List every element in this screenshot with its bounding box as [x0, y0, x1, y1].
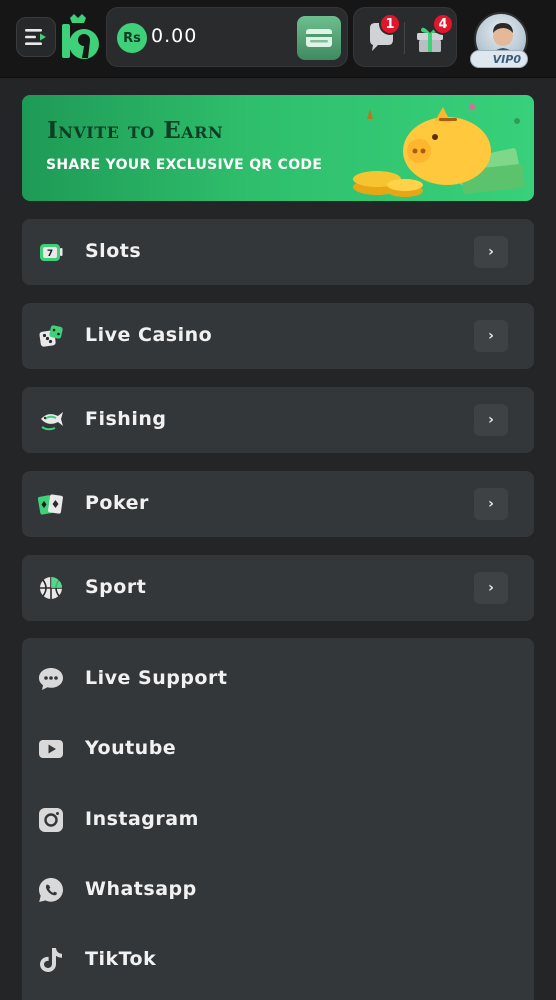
link-youtube[interactable]: Youtube — [22, 719, 534, 779]
link-instagram[interactable]: Instagram — [22, 790, 534, 850]
whatsapp-icon — [39, 878, 63, 902]
category-slots[interactable]: 7 Slots › — [22, 219, 534, 285]
category-poker[interactable]: Poker › — [22, 471, 534, 537]
category-live-casino[interactable]: Live Casino › — [22, 303, 534, 369]
link-label: Whatsapp — [85, 878, 197, 900]
divider — [404, 22, 405, 54]
svg-text:7: 7 — [47, 249, 53, 259]
category-label: Poker — [85, 492, 149, 514]
category-sport[interactable]: Sport › — [22, 555, 534, 621]
slot-machine-icon: 7 — [40, 244, 63, 261]
link-live-support[interactable]: Live Support — [22, 649, 534, 709]
menu-button[interactable] — [16, 17, 56, 57]
support-links-panel: Live Support Youtube Instagram Whatsapp … — [22, 638, 534, 1000]
link-label: Youtube — [85, 737, 177, 759]
category-label: Live Casino — [85, 324, 213, 346]
balance-panel: Rs 0.00 — [106, 7, 348, 67]
brand-logo[interactable] — [60, 14, 102, 64]
currency-coin-icon: Rs — [117, 23, 147, 53]
chevron-right-icon[interactable]: › — [474, 320, 508, 352]
banner-subtitle: SHARE YOUR EXCLUSIVE QR CODE — [46, 157, 323, 173]
basketball-icon — [40, 577, 62, 599]
fish-icon — [41, 412, 63, 431]
notification-badge: 1 — [379, 13, 401, 35]
category-label: Sport — [85, 576, 147, 598]
banner-title: Invite to Earn — [47, 117, 224, 144]
cards-icon — [38, 494, 63, 515]
wallet-button[interactable] — [297, 16, 341, 60]
tiktok-icon — [40, 948, 62, 972]
category-label: Fishing — [85, 408, 167, 430]
category-fishing[interactable]: Fishing › — [22, 387, 534, 453]
link-tiktok[interactable]: TikTok — [22, 930, 534, 990]
chevron-right-icon[interactable]: › — [474, 236, 508, 268]
chevron-right-icon[interactable]: › — [474, 488, 508, 520]
category-label: Slots — [85, 240, 142, 262]
link-label: Instagram — [85, 808, 199, 830]
youtube-icon — [39, 740, 63, 758]
invite-banner[interactable]: Invite to Earn SHARE YOUR EXCLUSIVE QR C… — [22, 95, 534, 201]
link-whatsapp[interactable]: Whatsapp — [22, 860, 534, 920]
gift-badge: 4 — [432, 13, 454, 35]
notifications-panel: 1 4 — [353, 7, 457, 67]
link-label: TikTok — [85, 948, 157, 970]
chevron-right-icon[interactable]: › — [474, 404, 508, 436]
wallet-icon — [306, 29, 332, 47]
chevron-right-icon[interactable]: › — [474, 572, 508, 604]
chat-icon — [39, 668, 63, 690]
top-header: Rs 0.00 1 4 VIP0 — [0, 0, 556, 78]
vip-level-badge: VIP0 — [470, 50, 528, 68]
menu-icon — [25, 29, 46, 45]
instagram-icon — [39, 808, 63, 832]
link-label: Live Support — [85, 667, 228, 689]
balance-amount: 0.00 — [151, 25, 198, 47]
piggy-bank-icon — [353, 104, 525, 197]
dice-icon — [39, 325, 63, 347]
